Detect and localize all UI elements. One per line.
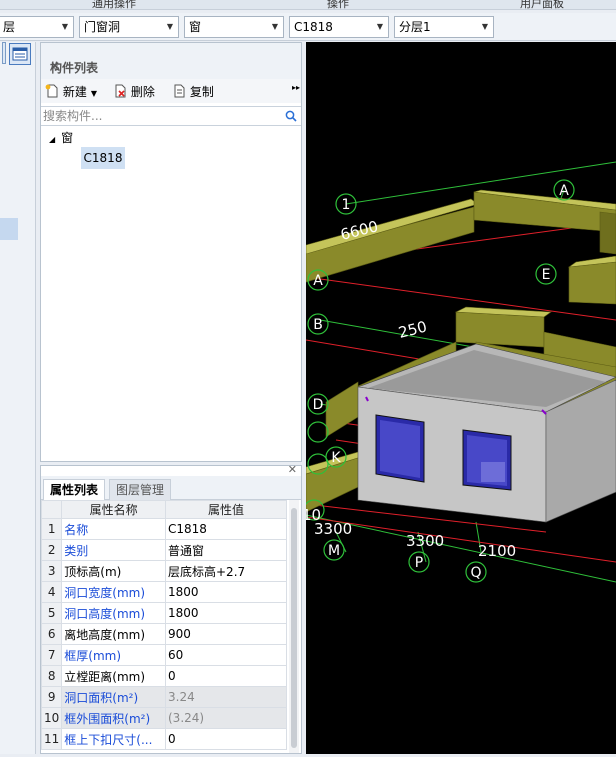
table-header: 属性名称 属性值	[40, 500, 287, 519]
delete-icon	[115, 84, 126, 98]
property-table: 属性名称 属性值 1 名称 C1818 2 类别 普通窗 3 顶标高(m) 层底标高+2.7…	[40, 500, 287, 750]
table-row[interactable]: 5 洞口高度(mm) 1800	[40, 602, 287, 624]
search-input[interactable]	[41, 107, 271, 125]
delete-button[interactable]: 删除	[113, 83, 155, 100]
svg-text:10: 10	[306, 506, 321, 524]
menu-tab-operation[interactable]: 操作	[327, 0, 349, 11]
table-row[interactable]: 10 框外围面积(m²) (3.24)	[40, 707, 287, 729]
component-select[interactable]: C1818 ▼	[289, 16, 389, 38]
layout-toggle-button[interactable]	[9, 43, 31, 65]
col-value-header: 属性值	[165, 500, 287, 519]
panel-icon	[12, 47, 28, 61]
collapse-arrow-icon[interactable]: ◢	[49, 135, 55, 144]
close-icon[interactable]: ✕	[288, 463, 297, 476]
more-icon[interactable]: ▸▸	[292, 83, 300, 92]
svg-text:K: K	[331, 450, 341, 466]
chevron-down-icon: ▼	[90, 89, 97, 98]
table-row[interactable]: 7 框厚(mm) 60	[40, 644, 287, 666]
chevron-down-icon: ▼	[271, 22, 279, 31]
svg-text:M: M	[328, 543, 340, 559]
search-icon[interactable]	[285, 110, 297, 122]
property-tabs: 属性列表 图层管理	[41, 476, 301, 501]
nav-button[interactable]	[2, 42, 6, 64]
component-list-panel: 构件列表 ✕ 新建▼ 删除 复制 ▸▸ ◢窗 C1818	[40, 42, 302, 462]
svg-text:Q: Q	[470, 565, 481, 581]
copy-button[interactable]: 复制	[172, 83, 214, 100]
svg-text:3300: 3300	[406, 532, 444, 550]
svg-text:D: D	[313, 397, 324, 413]
chevron-down-icon: ▼	[376, 22, 384, 31]
menu-tab-user-panel[interactable]: 用户面板	[520, 0, 564, 11]
svg-text:A: A	[313, 273, 323, 289]
scroll-thumb[interactable]	[291, 508, 297, 748]
table-row[interactable]: 11 框上下扣尺寸(... 0	[40, 728, 287, 750]
svg-text:A: A	[559, 183, 569, 199]
close-icon[interactable]: ✕	[50, 59, 297, 73]
left-nav-strip	[0, 42, 36, 754]
chevron-down-icon: ▼	[166, 22, 174, 31]
table-row[interactable]: 3 顶标高(m) 层底标高+2.7	[40, 560, 287, 582]
chevron-down-icon: ▼	[481, 22, 489, 31]
3d-viewport[interactable]: A 1 A B D K M P Q E 6600 250 3300 3300 2…	[302, 42, 616, 754]
top-menu-strip: 通用操作 操作 用户面板	[0, 0, 616, 10]
chevron-down-icon: ▼	[61, 22, 69, 31]
layer-select[interactable]: 分层1 ▼	[394, 16, 494, 38]
vertical-scrollbar[interactable]	[289, 500, 299, 753]
category-select[interactable]: 门窗洞 ▼	[79, 16, 179, 38]
tree-item-c1818[interactable]: C1818	[81, 147, 125, 169]
copy-icon	[174, 84, 185, 98]
tree-node-window[interactable]: ◢ 窗	[49, 129, 73, 146]
new-file-icon	[45, 84, 58, 98]
menu-tab-general[interactable]: 通用操作	[92, 0, 136, 11]
new-button[interactable]: 新建 ▼	[45, 83, 97, 100]
component-toolbar: 新建 ▼ 删除 复制 ▸▸	[41, 79, 301, 103]
table-row[interactable]: 6 离地高度(mm) 900	[40, 623, 287, 645]
nav-item-selected[interactable]	[0, 218, 18, 240]
svg-text:P: P	[415, 555, 423, 571]
table-row[interactable]: 1 名称 C1818	[40, 518, 287, 540]
selector-toolbar: 层 ▼ 门窗洞 ▼ 窗 ▼ C1818 ▼ 分层1 ▼	[0, 13, 616, 41]
model-canvas[interactable]: A 1 A B D K M P Q E 6600 250 3300 3300 2…	[302, 42, 616, 754]
table-row[interactable]: 9 洞口面积(m²) 3.24	[40, 686, 287, 708]
svg-text:2100: 2100	[478, 542, 516, 560]
floor-select[interactable]: 层 ▼	[0, 16, 74, 38]
table-row[interactable]: 4 洞口宽度(mm) 1800	[40, 581, 287, 603]
svg-text:1: 1	[342, 197, 351, 213]
tab-layers[interactable]: 图层管理	[109, 479, 172, 501]
property-panel: ✕ 属性列表 图层管理 属性名称 属性值 1 名称 C1818 2 类别 普通窗 3 顶标…	[40, 463, 302, 754]
table-row[interactable]: 2 类别 普通窗	[40, 539, 287, 561]
tab-properties[interactable]: 属性列表	[43, 479, 106, 501]
type-select[interactable]: 窗 ▼	[184, 16, 284, 38]
component-search	[41, 106, 301, 126]
table-row[interactable]: 8 立樘距离(mm) 0	[40, 665, 287, 687]
col-name-header: 属性名称	[61, 500, 166, 519]
svg-text:B: B	[313, 317, 323, 333]
svg-text:E: E	[542, 267, 551, 283]
